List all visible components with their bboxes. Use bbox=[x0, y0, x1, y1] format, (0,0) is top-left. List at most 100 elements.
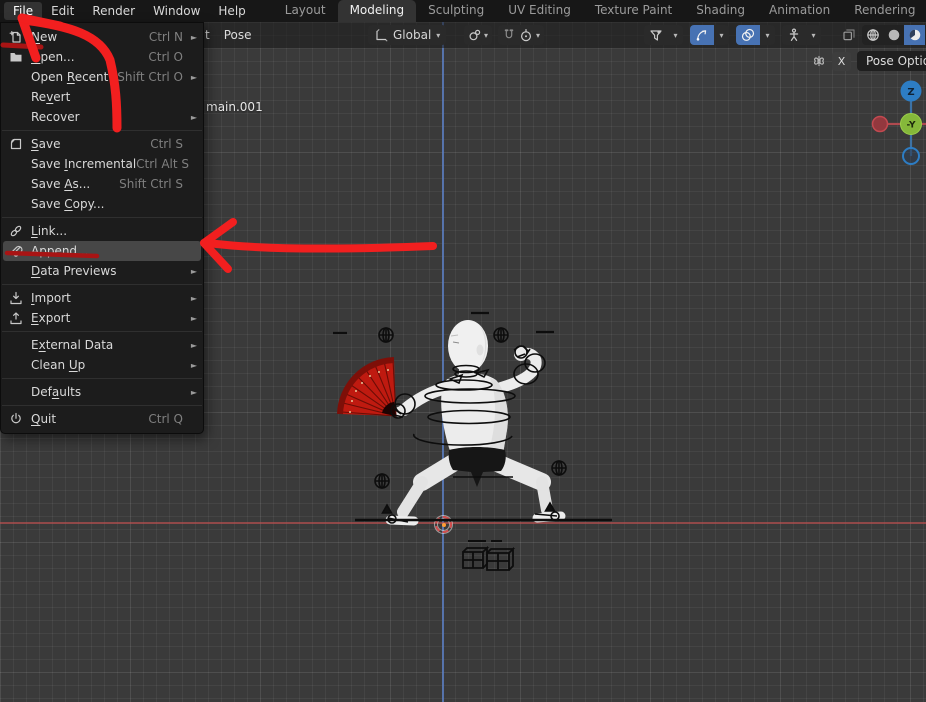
menu-item-label: Save bbox=[31, 137, 150, 151]
icon-spacer bbox=[9, 90, 31, 104]
menu-item-label: Save Copy... bbox=[31, 197, 183, 211]
material-sphere-icon[interactable] bbox=[904, 25, 925, 45]
icon-spacer bbox=[9, 157, 31, 171]
menu-item-defaults[interactable]: Defaults► bbox=[1, 382, 203, 402]
blender-window: main.001 bbox=[0, 0, 926, 702]
pose-options-label: Pose Optio bbox=[866, 54, 926, 68]
import-icon bbox=[9, 291, 31, 305]
header-button-overlays[interactable]: ▾ bbox=[736, 25, 775, 45]
menu-item-append[interactable]: Append... bbox=[3, 241, 201, 261]
chevron-down-icon[interactable]: ▾ bbox=[668, 25, 683, 45]
menu-window[interactable]: Window bbox=[144, 2, 209, 20]
proportional-edit-icon[interactable] bbox=[519, 28, 533, 42]
pose-menu[interactable]: Pose bbox=[224, 28, 252, 42]
chevron-down-icon[interactable]: ▾ bbox=[806, 25, 821, 45]
tab-animation[interactable]: Animation bbox=[757, 0, 842, 22]
menu-item-shortcut: Ctrl Alt S bbox=[136, 157, 189, 171]
mirror-x-toggle[interactable]: X bbox=[832, 52, 851, 71]
icon-spacer bbox=[9, 358, 31, 372]
menu-edit[interactable]: Edit bbox=[42, 2, 83, 20]
menu-item-revert[interactable]: Revert bbox=[1, 87, 203, 107]
tool-settings-cluster: X Pose Optio bbox=[812, 50, 926, 72]
snap-target-dropdown[interactable]: ▾ bbox=[464, 25, 492, 45]
file-menu-dropdown: NewCtrl N►Open...Ctrl OOpen RecentShift … bbox=[0, 22, 204, 434]
menu-item-label: Defaults bbox=[31, 385, 183, 399]
menu-item-recover[interactable]: Recover ► bbox=[1, 107, 203, 127]
icon-spacer bbox=[9, 338, 31, 352]
chevron-down-icon[interactable]: ▾ bbox=[760, 25, 775, 45]
menu-item-shortcut: Ctrl Q bbox=[148, 412, 183, 426]
orientation-label: Global bbox=[393, 28, 431, 42]
menu-item-open-recent[interactable]: Open RecentShift Ctrl O► bbox=[1, 67, 203, 87]
chevron-down-icon[interactable]: ▾ bbox=[714, 25, 729, 45]
navigation-gizmo[interactable]: Z -Y bbox=[864, 76, 926, 168]
export-icon bbox=[9, 311, 31, 325]
menu-help[interactable]: Help bbox=[209, 2, 254, 20]
toggle-xray-button[interactable] bbox=[838, 25, 860, 45]
header-button-gizmo[interactable]: ▾ bbox=[690, 25, 729, 45]
menu-item-data-previews[interactable]: Data Previews► bbox=[1, 261, 203, 281]
menu-item-label: Save As... bbox=[31, 177, 119, 191]
menu-item-open[interactable]: Open...Ctrl O bbox=[1, 47, 203, 67]
tab-shading[interactable]: Shading bbox=[684, 0, 757, 22]
menu-item-export[interactable]: Export► bbox=[1, 308, 203, 328]
active-object-label: main.001 bbox=[206, 100, 263, 114]
character-figure[interactable] bbox=[330, 300, 620, 585]
menu-item-import[interactable]: Import► bbox=[1, 288, 203, 308]
tab-rendering[interactable]: Rendering bbox=[842, 0, 926, 22]
select-menu-partial[interactable]: t bbox=[205, 28, 210, 42]
menu-item-save-incremental[interactable]: Save IncrementalCtrl Alt S bbox=[1, 154, 203, 174]
gizmo-axis-neg-z[interactable] bbox=[903, 148, 919, 164]
gizmo-icon[interactable] bbox=[690, 25, 714, 45]
header-button-xray-person[interactable]: ▾ bbox=[782, 25, 821, 45]
xray-person-icon[interactable] bbox=[782, 25, 806, 45]
visibility-filter-icon[interactable] bbox=[644, 25, 668, 45]
menu-separator bbox=[2, 405, 202, 406]
tab-modeling[interactable]: Modeling bbox=[338, 0, 417, 22]
menu-item-label: Revert bbox=[31, 90, 183, 104]
tab-sculpting[interactable]: Sculpting bbox=[416, 0, 496, 22]
menu-item-external-data[interactable]: External Data► bbox=[1, 335, 203, 355]
menu-item-save-copy[interactable]: Save Copy... bbox=[1, 194, 203, 214]
link-icon bbox=[9, 224, 31, 238]
menu-separator bbox=[2, 284, 202, 285]
menu-item-save-as[interactable]: Save As...Shift Ctrl S bbox=[1, 174, 203, 194]
gizmo-axis-x[interactable] bbox=[873, 117, 888, 132]
menu-item-shortcut: Ctrl N bbox=[149, 30, 183, 44]
icon-spacer bbox=[9, 70, 31, 84]
submenu-arrow-icon: ► bbox=[187, 113, 197, 122]
tab-uv-editing[interactable]: UV Editing bbox=[496, 0, 583, 22]
submenu-arrow-icon: ► bbox=[187, 341, 197, 350]
menu-item-quit[interactable]: QuitCtrl Q bbox=[1, 409, 203, 429]
chevron-down-icon: ▾ bbox=[436, 31, 440, 40]
solid-sphere-icon[interactable] bbox=[883, 25, 904, 45]
menu-item-link[interactable]: Link... bbox=[1, 221, 203, 241]
magnet-icon[interactable] bbox=[502, 28, 516, 42]
menu-item-label: Save Incremental bbox=[31, 157, 136, 171]
butterfly-mirror-icon[interactable] bbox=[812, 54, 826, 68]
snap-target-icon bbox=[468, 28, 482, 42]
submenu-arrow-icon: ► bbox=[187, 314, 197, 323]
menu-render[interactable]: Render bbox=[83, 2, 144, 20]
header-button-visibility-filter[interactable]: ▾ bbox=[644, 25, 683, 45]
tab-layout[interactable]: Layout bbox=[273, 0, 338, 22]
menu-item-save[interactable]: SaveCtrl S bbox=[1, 134, 203, 154]
orientation-axes-icon bbox=[374, 28, 388, 42]
icon-spacer bbox=[9, 110, 31, 124]
overlays-icon[interactable] bbox=[736, 25, 760, 45]
menu-item-shortcut: Ctrl S bbox=[150, 137, 183, 151]
menu-item-shortcut: Ctrl O bbox=[148, 50, 183, 64]
shorts bbox=[449, 447, 506, 487]
tab-texture-paint[interactable]: Texture Paint bbox=[583, 0, 684, 22]
menu-item-new[interactable]: NewCtrl N► bbox=[1, 27, 203, 47]
transform-orientation-dropdown[interactable]: Global ▾ bbox=[368, 25, 446, 45]
wireframe-sphere-icon[interactable] bbox=[862, 25, 883, 45]
menu-item-label: Import bbox=[31, 291, 183, 305]
gizmo-z-label: Z bbox=[907, 87, 914, 98]
menu-item-label: Recover bbox=[31, 110, 183, 124]
menu-item-clean-up[interactable]: Clean Up► bbox=[1, 355, 203, 375]
menu-item-shortcut: Shift Ctrl O bbox=[117, 70, 183, 84]
power-icon bbox=[9, 412, 31, 426]
pose-options-panel[interactable]: Pose Optio bbox=[857, 51, 926, 71]
menu-file[interactable]: File bbox=[4, 2, 42, 20]
